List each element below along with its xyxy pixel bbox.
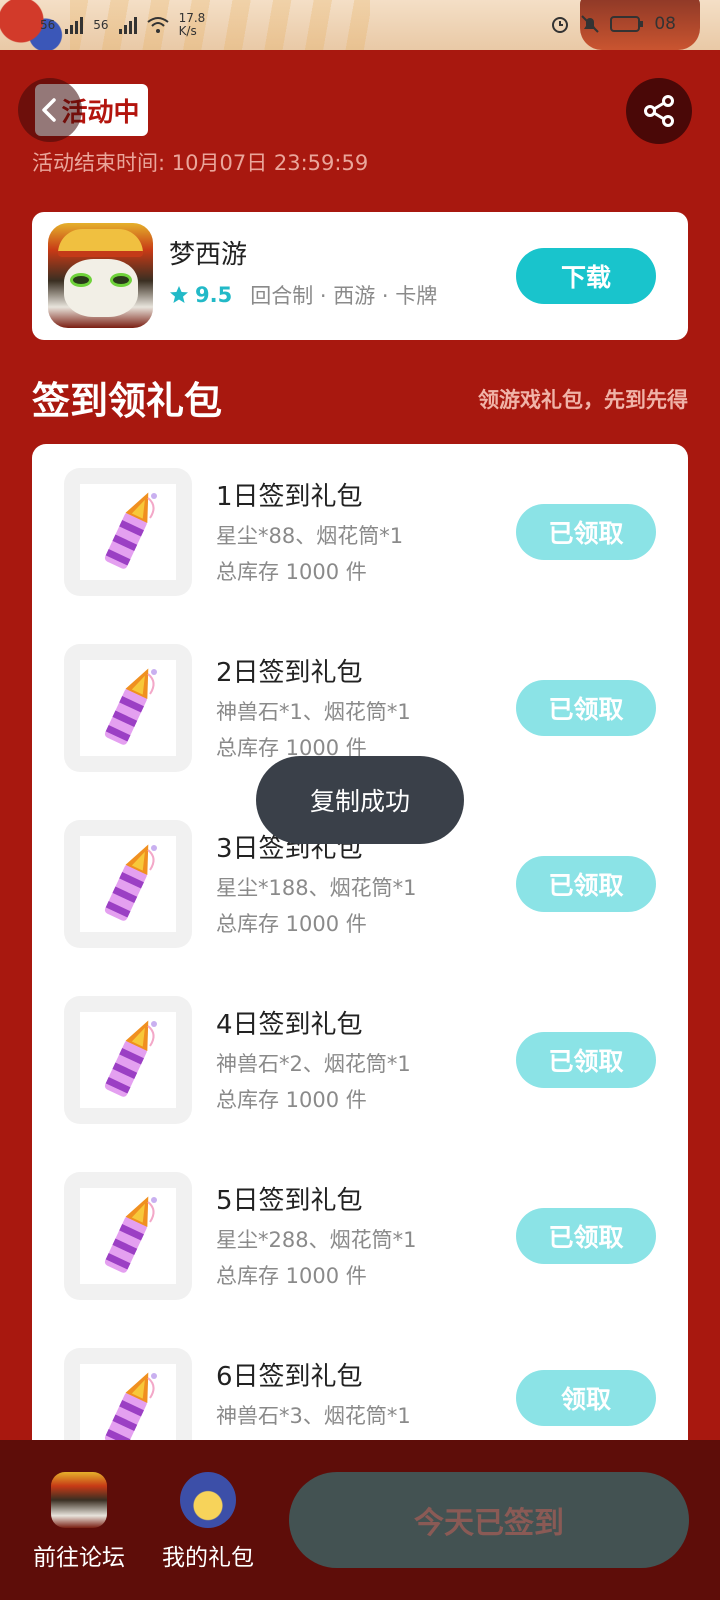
firework-tube-icon [104, 668, 157, 745]
mute-icon [581, 15, 600, 33]
gift-title: 5日签到礼包 [216, 1186, 363, 1216]
gift-thumbnail [64, 1348, 192, 1444]
my-gifts-shortcut[interactable]: 我的礼包 [153, 1472, 263, 1572]
gift-contents: 神兽石*1、烟花筒*1 [216, 700, 411, 724]
firework-tube-icon [104, 844, 157, 921]
claimed-button[interactable]: 已领取 [516, 680, 656, 736]
gift-item: 2日签到礼包 神兽石*1、烟花筒*1 总库存 1000 件 已领取 [32, 620, 688, 772]
network-speed: 17.8 K/s [179, 12, 206, 38]
status-bar-right: 08 [550, 14, 676, 34]
copy-success-toast: 复制成功 [256, 756, 464, 844]
gift-contents: 星尘*288、烟花筒*1 [216, 1228, 417, 1252]
gift-contents: 星尘*188、烟花筒*1 [216, 876, 417, 900]
gift-thumbnail [64, 820, 192, 948]
claimed-button[interactable]: 已领取 [516, 1032, 656, 1088]
status-bar: 56 56 17.8 K/s 08 [0, 0, 720, 50]
signal-2-label: 56 [93, 18, 109, 32]
firework-tube-icon [104, 492, 157, 569]
gift-item: 4日签到礼包 神兽石*2、烟花筒*1 总库存 1000 件 已领取 [32, 972, 688, 1124]
forum-label: 前往论坛 [33, 1545, 125, 1571]
firework-tube-icon [104, 1372, 157, 1444]
star-icon [170, 286, 188, 303]
gift-item: 6日签到礼包 神兽石*3、烟花筒*1 领取 [32, 1324, 688, 1444]
network-speed-unit: K/s [178, 24, 197, 38]
game-name: 梦西游 [169, 240, 248, 270]
gift-title: 1日签到礼包 [216, 482, 363, 512]
claimed-button[interactable]: 已领取 [516, 856, 656, 912]
gift-thumbnail [64, 1172, 192, 1300]
alarm-icon [552, 17, 569, 33]
gift-contents: 神兽石*2、烟花筒*1 [216, 1052, 411, 1076]
gift-thumbnail [64, 644, 192, 772]
forum-icon [51, 1472, 107, 1528]
signed-in-today-button[interactable]: 今天已签到 [289, 1472, 689, 1568]
signal-bars-icon [118, 16, 137, 34]
forum-shortcut[interactable]: 前往论坛 [24, 1472, 134, 1572]
firework-tube-icon [104, 1020, 157, 1097]
gift-item: 5日签到礼包 星尘*288、烟花筒*1 总库存 1000 件 已领取 [32, 1148, 688, 1300]
gift-box-icon [180, 1472, 236, 1528]
section-title: 签到领礼包 [32, 379, 223, 423]
activity-end-time: 活动结束时间: 10月07日 23:59:59 [32, 151, 369, 175]
signal-bars-icon [65, 16, 84, 34]
gift-list: 1日签到礼包 星尘*88、烟花筒*1 总库存 1000 件 已领取 2日签到礼包… [32, 444, 688, 1444]
share-icon [644, 95, 674, 127]
gift-title: 4日签到礼包 [216, 1010, 363, 1040]
battery-icon [610, 16, 644, 32]
clock: 08 [654, 14, 676, 34]
gift-stock: 总库存 1000 件 [216, 1264, 367, 1288]
firework-tube-icon [104, 1196, 157, 1273]
claimed-button[interactable]: 已领取 [516, 504, 656, 560]
gift-stock: 总库存 1000 件 [216, 560, 367, 584]
game-card: 梦西游 9.5 回合制 · 西游 · 卡牌 下载 [32, 212, 688, 340]
chevron-left-icon [42, 98, 56, 122]
gift-item: 1日签到礼包 星尘*88、烟花筒*1 总库存 1000 件 已领取 [32, 444, 688, 596]
gift-contents: 星尘*88、烟花筒*1 [216, 524, 404, 548]
game-icon[interactable] [48, 223, 153, 328]
bottom-action-bar: 前往论坛 我的礼包 今天已签到 [0, 1440, 720, 1600]
gift-thumbnail [64, 468, 192, 596]
share-button[interactable] [626, 78, 692, 144]
back-button[interactable] [18, 78, 82, 142]
status-bar-left: 56 56 17.8 K/s [40, 12, 205, 38]
claim-button[interactable]: 领取 [516, 1370, 656, 1426]
gift-thumbnail [64, 996, 192, 1124]
network-speed-value: 17.8 [178, 11, 206, 25]
my-gifts-label: 我的礼包 [162, 1545, 254, 1571]
gift-contents: 神兽石*3、烟花筒*1 [216, 1404, 411, 1428]
section-hint: 领游戏礼包，先到先得 [478, 388, 688, 412]
wifi-icon [146, 17, 169, 33]
signal-1-label: 56 [40, 18, 56, 32]
gift-title: 2日签到礼包 [216, 658, 363, 688]
gift-stock: 总库存 1000 件 [216, 912, 367, 936]
game-tags: 回合制 · 西游 · 卡牌 [250, 284, 438, 308]
gift-title: 6日签到礼包 [216, 1362, 363, 1392]
gift-stock: 总库存 1000 件 [216, 1088, 367, 1112]
download-button[interactable]: 下载 [516, 248, 656, 304]
claimed-button[interactable]: 已领取 [516, 1208, 656, 1264]
game-rating: 9.5 [195, 283, 233, 307]
game-meta: 9.5 回合制 · 西游 · 卡牌 [169, 280, 437, 310]
